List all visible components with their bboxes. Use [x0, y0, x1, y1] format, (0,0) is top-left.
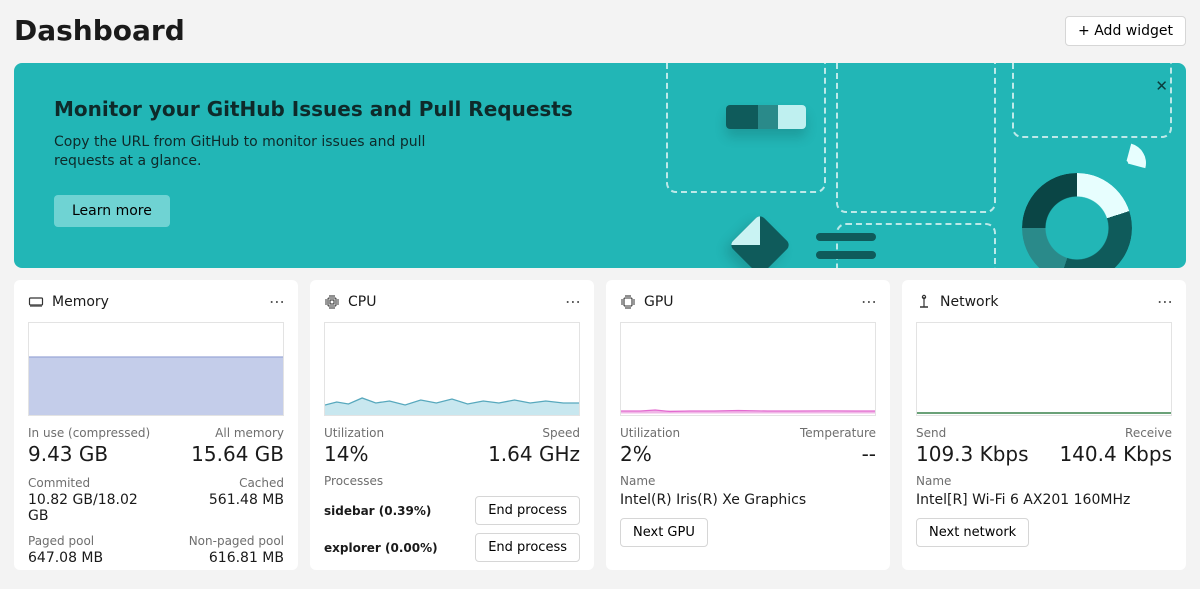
process-name: explorer (0.00%) — [324, 541, 438, 555]
memory-cached-label: Cached — [156, 476, 284, 490]
memory-nonpaged-value: 616.81 MB — [156, 550, 284, 566]
promo-title: Monitor your GitHub Issues and Pull Requ… — [54, 97, 1146, 121]
network-chart — [916, 322, 1172, 416]
cpu-speed-label: Speed — [452, 426, 580, 440]
memory-in-use-label: In use (compressed) — [28, 426, 156, 440]
gpu-chart — [620, 322, 876, 416]
cpu-menu-icon[interactable]: ⋯ — [565, 292, 582, 311]
network-receive-value: 140.4 Kbps — [1044, 442, 1172, 466]
end-process-button[interactable]: End process — [475, 533, 580, 562]
process-row: sidebar (0.39%) End process — [324, 496, 580, 525]
memory-all-value: 15.64 GB — [156, 442, 284, 466]
memory-cached-value: 561.48 MB — [156, 492, 284, 524]
network-title: Network — [940, 294, 998, 310]
next-network-button[interactable]: Next network — [916, 518, 1029, 547]
cpu-util-label: Utilization — [324, 426, 452, 440]
learn-more-button[interactable]: Learn more — [54, 195, 170, 227]
memory-menu-icon[interactable]: ⋯ — [269, 292, 286, 311]
memory-committed-label: Commited — [28, 476, 156, 490]
page-title: Dashboard — [14, 14, 185, 47]
network-widget: ⋯ Network Send Receive 109.3 Kbps 140.4 … — [902, 280, 1186, 570]
network-name-value: Intel[R] Wi-Fi 6 AX201 160MHz — [916, 492, 1172, 508]
github-promo-banner: Monitor your GitHub Issues and Pull Requ… — [14, 63, 1186, 268]
cpu-title: CPU — [348, 294, 376, 310]
gpu-menu-icon[interactable]: ⋯ — [861, 292, 878, 311]
gpu-name-value: Intel(R) Iris(R) Xe Graphics — [620, 492, 876, 508]
process-name: sidebar (0.39%) — [324, 504, 431, 518]
cpu-processes-label: Processes — [324, 474, 580, 488]
gpu-title: GPU — [644, 294, 674, 310]
cpu-chart — [324, 322, 580, 416]
network-send-value: 109.3 Kbps — [916, 442, 1044, 466]
cpu-icon — [324, 294, 340, 310]
next-gpu-button[interactable]: Next GPU — [620, 518, 708, 547]
memory-all-label: All memory — [156, 426, 284, 440]
memory-nonpaged-label: Non-paged pool — [156, 534, 284, 548]
memory-paged-value: 647.08 MB — [28, 550, 156, 566]
process-row: explorer (0.00%) End process — [324, 533, 580, 562]
network-icon — [916, 294, 932, 310]
gpu-icon — [620, 294, 636, 310]
network-name-label: Name — [916, 474, 1172, 488]
cpu-speed-value: 1.64 GHz — [452, 442, 580, 466]
close-icon[interactable]: ✕ — [1155, 77, 1168, 95]
gpu-util-label: Utilization — [620, 426, 748, 440]
gpu-temp-label: Temperature — [748, 426, 876, 440]
memory-title: Memory — [52, 294, 109, 310]
end-process-button[interactable]: End process — [475, 496, 580, 525]
add-widget-button[interactable]: + Add widget — [1065, 16, 1186, 46]
promo-illustration — [626, 63, 1186, 268]
network-menu-icon[interactable]: ⋯ — [1157, 292, 1174, 311]
memory-chart — [28, 322, 284, 416]
cpu-widget: ⋯ CPU Utilization Speed 14% 1.64 GHz Pro… — [310, 280, 594, 570]
memory-icon — [28, 294, 44, 310]
gpu-widget: ⋯ GPU Utilization Temperature 2% -- Name… — [606, 280, 890, 570]
network-receive-label: Receive — [1044, 426, 1172, 440]
memory-in-use-value: 9.43 GB — [28, 442, 156, 466]
memory-committed-value: 10.82 GB/18.02 GB — [28, 492, 156, 524]
promo-description: Copy the URL from GitHub to monitor issu… — [54, 133, 454, 171]
memory-widget: ⋯ Memory In use (compressed) All memory … — [14, 280, 298, 570]
network-send-label: Send — [916, 426, 1044, 440]
memory-paged-label: Paged pool — [28, 534, 156, 548]
gpu-util-value: 2% — [620, 442, 748, 466]
cpu-util-value: 14% — [324, 442, 452, 466]
gpu-temp-value: -- — [748, 442, 876, 466]
gpu-name-label: Name — [620, 474, 876, 488]
